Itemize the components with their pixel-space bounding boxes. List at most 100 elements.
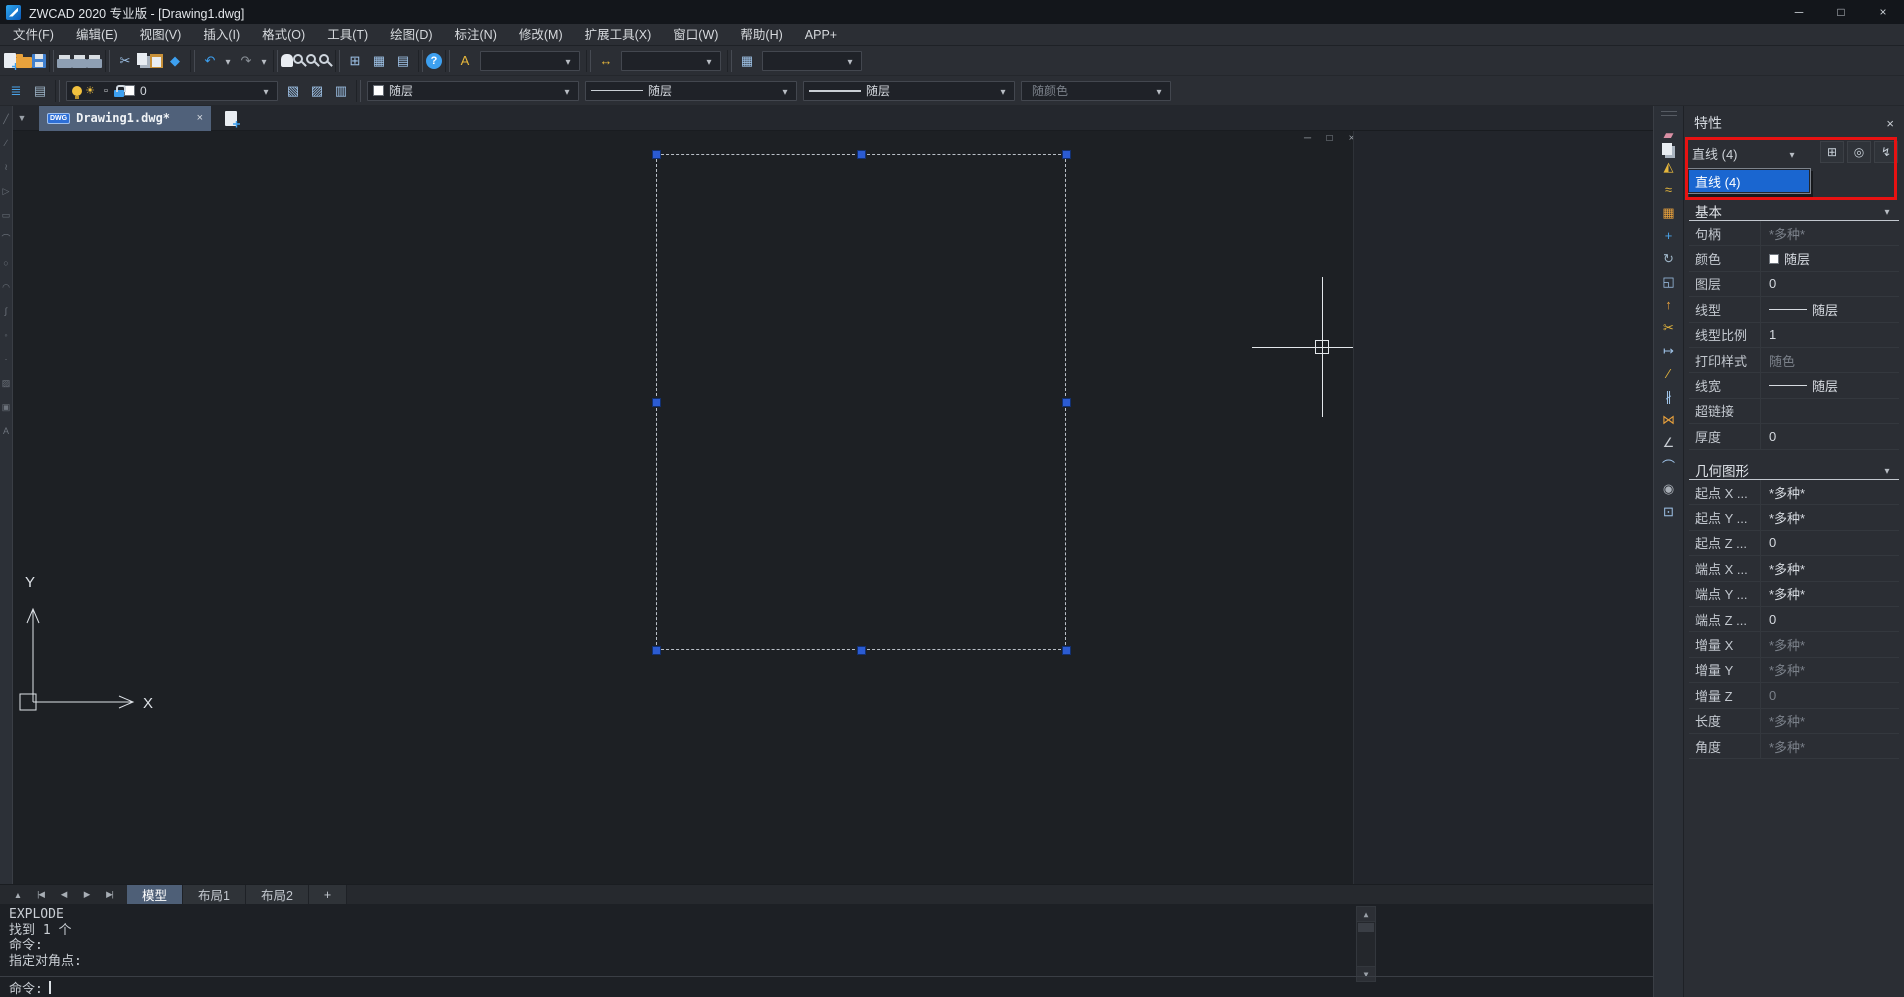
- help-icon[interactable]: [426, 53, 442, 69]
- plot-icon[interactable]: [57, 59, 72, 68]
- menu-item-9[interactable]: 扩展工具(X): [574, 24, 663, 46]
- join-icon[interactable]: ⋈: [1656, 408, 1682, 431]
- arc-tool-icon[interactable]: ⌒: [1, 234, 10, 245]
- rectangle-tool-icon[interactable]: ▭: [2, 210, 11, 221]
- array-icon[interactable]: ▦: [1656, 201, 1682, 224]
- spline-tool-icon[interactable]: ∫: [5, 306, 7, 317]
- layout-prev-button[interactable]: ◀: [52, 886, 75, 904]
- offset-icon[interactable]: ≈: [1656, 178, 1682, 201]
- menu-item-8[interactable]: 修改(M): [508, 24, 574, 46]
- tab-overflow-button[interactable]: ▼: [13, 113, 31, 123]
- property-value[interactable]: *多种*: [1761, 556, 1899, 580]
- menu-item-10[interactable]: 窗口(W): [662, 24, 729, 46]
- save-file-icon[interactable]: [32, 54, 46, 68]
- dim-style-select[interactable]: [621, 51, 721, 71]
- selection-grip[interactable]: [652, 398, 661, 407]
- text-style-icon[interactable]: A: [453, 49, 477, 73]
- trim-icon[interactable]: ✂: [1656, 316, 1682, 339]
- property-value[interactable]: *多种*: [1761, 658, 1899, 682]
- selection-grip[interactable]: [857, 150, 866, 159]
- polyline-tool-icon[interactable]: ≀: [4, 162, 7, 173]
- layout-tab-new-layout[interactable]: +: [309, 885, 347, 905]
- undo-dropdown-arrow-icon[interactable]: [222, 52, 234, 70]
- property-value[interactable]: 0: [1761, 424, 1899, 448]
- break-icon[interactable]: ∦: [1656, 385, 1682, 408]
- color-control[interactable]: 随层: [367, 81, 579, 101]
- linetype-control[interactable]: 随层: [585, 81, 797, 101]
- property-value[interactable]: *多种*: [1761, 480, 1899, 504]
- polygon-tool-icon[interactable]: ▷: [3, 186, 10, 197]
- section-header[interactable]: 基本: [1689, 201, 1899, 221]
- cut-icon[interactable]: ✂: [113, 49, 137, 73]
- menu-item-2[interactable]: 视图(V): [129, 24, 193, 46]
- new-drawing-icon[interactable]: [4, 53, 16, 68]
- minimize-button[interactable]: ─: [1778, 0, 1820, 24]
- redo-dropdown-arrow-icon[interactable]: [258, 52, 270, 70]
- table-icon[interactable]: ▦: [367, 49, 391, 73]
- select-objects-icon[interactable]: ◎: [1847, 141, 1871, 163]
- selection-grip[interactable]: [1062, 150, 1071, 159]
- mirror-icon[interactable]: ◭: [1656, 155, 1682, 178]
- menu-item-4[interactable]: 格式(O): [251, 24, 316, 46]
- layout-tab-layout2[interactable]: 布局2: [246, 885, 309, 905]
- property-value[interactable]: *多种*: [1761, 632, 1899, 656]
- publish-icon[interactable]: [87, 59, 102, 68]
- hatch-tool-icon[interactable]: ▨: [2, 378, 11, 389]
- ellipse-tool-icon[interactable]: ◦: [4, 330, 7, 341]
- close-button[interactable]: ×: [1862, 0, 1904, 24]
- block-editor-icon[interactable]: ⊡: [1656, 500, 1682, 523]
- explode-icon[interactable]: ◉: [1656, 477, 1682, 500]
- menu-item-11[interactable]: 帮助(H): [729, 24, 793, 46]
- copy-object-icon[interactable]: [1662, 143, 1672, 155]
- rotate-icon[interactable]: ↻: [1656, 247, 1682, 270]
- revcloud-tool-icon[interactable]: ◠: [2, 282, 10, 293]
- selection-grip[interactable]: [1062, 646, 1071, 655]
- menu-item-0[interactable]: 文件(F): [2, 24, 65, 46]
- layout-tab-model[interactable]: 模型: [127, 885, 183, 905]
- layer-previous-icon[interactable]: ▨: [305, 79, 329, 103]
- make-object-layer-current-icon[interactable]: ▧: [281, 79, 305, 103]
- property-value[interactable]: *多种*: [1761, 505, 1899, 529]
- text-style-select[interactable]: [480, 51, 580, 71]
- quick-calculator-icon[interactable]: ⊞: [343, 49, 367, 73]
- command-input[interactable]: 命令:: [9, 979, 51, 995]
- pan-icon[interactable]: [281, 54, 293, 67]
- property-value[interactable]: 1: [1761, 323, 1899, 347]
- paste-icon[interactable]: [150, 54, 163, 68]
- menu-item-1[interactable]: 编辑(E): [65, 24, 129, 46]
- zoom-realtime-icon[interactable]: [293, 54, 303, 64]
- plot-preview-icon[interactable]: [72, 59, 87, 68]
- property-value[interactable]: *多种*: [1761, 709, 1899, 733]
- property-value[interactable]: 随层: [1761, 297, 1899, 321]
- layer-states-manager-icon[interactable]: ▥: [329, 79, 353, 103]
- table-style-select[interactable]: [762, 51, 862, 71]
- dim-style-icon[interactable]: ↔: [594, 49, 618, 73]
- lineweight-control[interactable]: 随层: [803, 81, 1015, 101]
- quick-select-icon[interactable]: ⊞: [1820, 141, 1844, 163]
- toggle-pickadd-icon[interactable]: ↯: [1874, 141, 1898, 163]
- extend-icon[interactable]: ↦: [1656, 339, 1682, 362]
- menu-item-3[interactable]: 插入(I): [192, 24, 251, 46]
- menu-item-7[interactable]: 标注(N): [444, 24, 508, 46]
- point-tool-icon[interactable]: ·: [5, 354, 8, 365]
- layout-next-button[interactable]: ▶: [75, 886, 98, 904]
- scale-icon[interactable]: ◱: [1656, 270, 1682, 293]
- selection-grip[interactable]: [652, 646, 661, 655]
- property-value[interactable]: 0: [1761, 607, 1899, 631]
- command-scrollbar[interactable]: ▲ ▼: [1356, 906, 1376, 982]
- document-tab-drawing1[interactable]: DWG Drawing1.dwg* ×: [39, 106, 211, 131]
- open-file-icon[interactable]: [16, 57, 32, 68]
- property-value[interactable]: 随层: [1761, 373, 1899, 397]
- sheet-set-icon[interactable]: ▤: [391, 49, 415, 73]
- property-value[interactable]: 随层: [1761, 246, 1899, 270]
- property-value[interactable]: 0: [1761, 272, 1899, 296]
- zoom-previous-icon[interactable]: [319, 54, 329, 64]
- line-tool-icon[interactable]: ╱: [3, 114, 8, 125]
- mtext-tool-icon[interactable]: A: [3, 426, 9, 437]
- entity-type-list-item[interactable]: 直线 (4): [1689, 170, 1809, 192]
- property-value[interactable]: 0: [1761, 683, 1899, 707]
- table-style-icon[interactable]: ▦: [735, 49, 759, 73]
- property-value[interactable]: 随色: [1761, 348, 1899, 372]
- layout-last-button[interactable]: ▶|: [98, 886, 121, 904]
- undo-icon[interactable]: ↶: [198, 49, 222, 73]
